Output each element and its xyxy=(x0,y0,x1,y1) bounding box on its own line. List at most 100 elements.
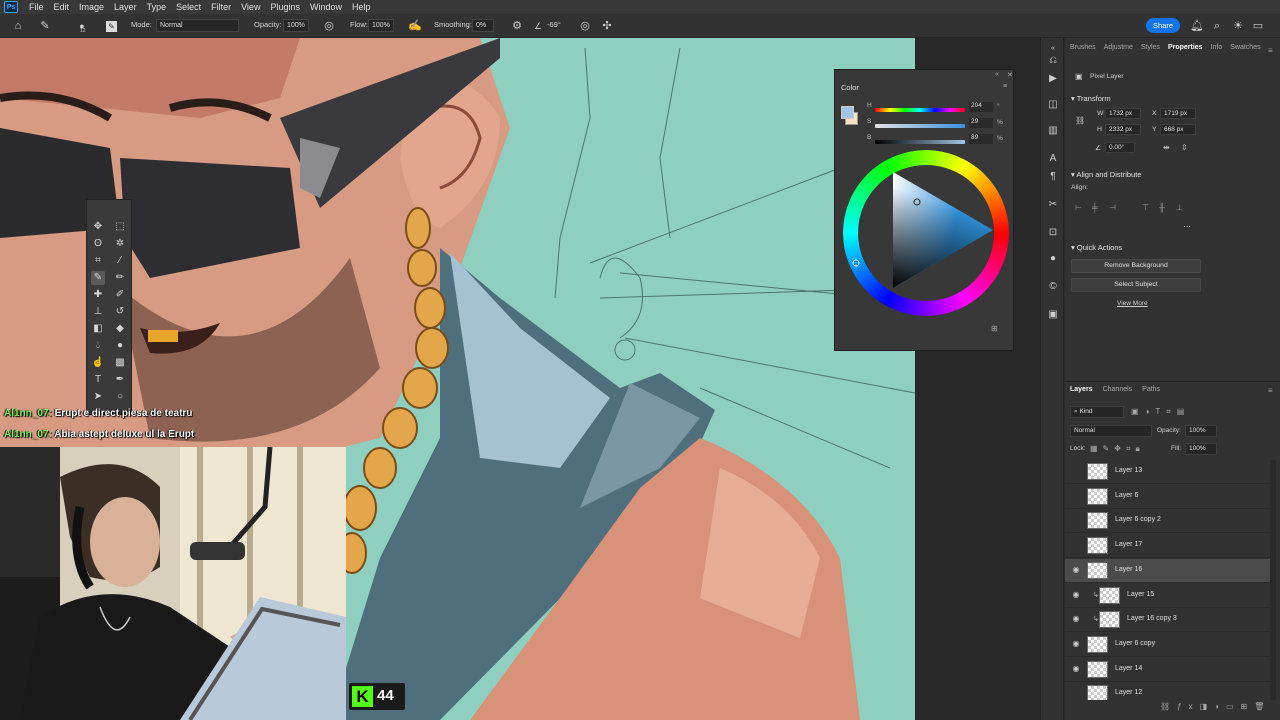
lock-icons[interactable]: ▦✎✥⌗🔒︎ xyxy=(1090,444,1145,454)
panel-menu-icon[interactable]: ≡ xyxy=(1003,83,1007,90)
paragraph-icon[interactable]: ¶ xyxy=(1046,170,1060,184)
mode-select[interactable]: Normal xyxy=(156,19,239,32)
brush-tool-icon[interactable]: ✎ xyxy=(91,271,105,285)
eyedropper-icon[interactable]: ⁄ xyxy=(113,254,127,268)
link-icon[interactable]: ⛓︎ xyxy=(1075,116,1085,125)
quick-actions-heading[interactable]: ▾ Quick Actions xyxy=(1071,243,1122,252)
layer-thumbnail[interactable] xyxy=(1087,561,1108,579)
brush-tool-icon[interactable]: ✎ xyxy=(38,19,52,33)
layer-name[interactable]: Layer 13 xyxy=(1115,467,1142,474)
sponge-tool-icon[interactable]: ▩ xyxy=(113,356,127,370)
opacity-input[interactable]: 100% xyxy=(283,19,309,32)
layers-scrollbar[interactable] xyxy=(1270,460,1276,700)
marquee-tool-icon[interactable]: ⬚ xyxy=(113,220,127,234)
saturation-slider[interactable] xyxy=(875,124,965,128)
tab-styles[interactable]: Styles xyxy=(1141,44,1160,60)
tab-paths[interactable]: Paths xyxy=(1142,386,1160,393)
layer-name[interactable]: Layer 16 copy 3 xyxy=(1127,615,1177,622)
align-top-icon[interactable]: ⊤ xyxy=(1142,203,1152,213)
visibility-eye-icon[interactable] xyxy=(1071,491,1081,501)
transform-heading[interactable]: ▾ Transform xyxy=(1071,94,1111,103)
workspace-icon[interactable]: ▭ xyxy=(1251,19,1265,33)
pencil-tool-icon[interactable]: ✏ xyxy=(113,271,127,285)
adjustments-icon[interactable]: ▥ xyxy=(1046,124,1060,138)
layer-thumbnail[interactable] xyxy=(1087,487,1108,505)
angle-input[interactable]: 0.00° xyxy=(1105,142,1135,153)
layer-name[interactable]: Layer 14 xyxy=(1115,665,1142,672)
flip-horizontal-icon[interactable]: ⇹ xyxy=(1163,143,1170,152)
layer-row[interactable]: Layer 17 xyxy=(1065,534,1270,559)
brush-settings-icon[interactable]: ✎ xyxy=(106,21,117,32)
visibility-eye-icon[interactable] xyxy=(1071,466,1081,476)
layer-opacity-input[interactable]: 100% xyxy=(1185,425,1217,437)
layer-name[interactable]: Layer 6 copy 2 xyxy=(1115,516,1161,523)
more-options-icon[interactable]: … xyxy=(1183,220,1191,229)
share-button[interactable]: Share xyxy=(1146,18,1180,33)
tab-info[interactable]: Info xyxy=(1211,44,1223,60)
paint-bucket-icon[interactable]: ◆ xyxy=(113,322,127,336)
smoothing-input[interactable]: 0% xyxy=(472,19,494,32)
width-input[interactable]: 1732 px xyxy=(1105,108,1141,119)
pressure-size-icon[interactable]: ◎ xyxy=(578,19,592,33)
layer-comps-icon[interactable]: ◫ xyxy=(1046,98,1060,112)
visibility-eye-icon[interactable]: ◉ xyxy=(1071,664,1081,674)
lasso-tool-icon[interactable]: ʘ xyxy=(91,237,105,251)
history-brush-icon[interactable]: ↺ xyxy=(113,305,127,319)
menu-edit[interactable]: Edit xyxy=(49,0,75,14)
history-icon[interactable]: ⎌ xyxy=(1046,54,1060,68)
actions-play-icon[interactable]: ▶ xyxy=(1046,72,1060,86)
layer-row[interactable]: Layer 13 xyxy=(1065,460,1270,484)
airbrush-icon[interactable]: ✍ xyxy=(408,19,422,33)
hue-value[interactable]: 204 xyxy=(969,102,993,112)
filter-icons[interactable]: ▣◑T⌗▤ xyxy=(1131,407,1190,417)
menu-view[interactable]: View xyxy=(236,0,265,14)
crop-tool-icon[interactable]: ⌗ xyxy=(91,254,105,268)
foreground-color-swatch[interactable] xyxy=(841,106,854,119)
search-icon[interactable]: ⌕ xyxy=(1210,19,1224,33)
menu-file[interactable]: File xyxy=(24,0,49,14)
saturation-value[interactable]: 29 xyxy=(969,118,993,128)
tab-layers[interactable]: Layers xyxy=(1070,386,1093,393)
angle-value[interactable]: -69° xyxy=(547,20,561,29)
layer-thumbnail[interactable] xyxy=(1087,660,1108,678)
layer-row[interactable]: Layer 6 xyxy=(1065,485,1270,509)
lightbulb-icon[interactable]: ☀ xyxy=(1231,19,1245,33)
home-icon[interactable]: ⌂ xyxy=(11,19,25,33)
layer-row[interactable]: Layer 6 copy 2 xyxy=(1065,509,1270,534)
layer-thumbnail[interactable] xyxy=(1099,586,1120,604)
pressure-opacity-icon[interactable]: ◎ xyxy=(322,19,336,33)
layer-row[interactable]: ◉ Layer 6 copy xyxy=(1065,633,1270,657)
menu-help[interactable]: Help xyxy=(347,0,376,14)
smudge-tool-icon[interactable]: ☝ xyxy=(91,356,105,370)
blur-tool-icon[interactable]: 💧︎ xyxy=(91,339,105,353)
layer-name[interactable]: Layer 6 copy xyxy=(1115,640,1155,647)
panel-menu-icon[interactable]: ≡ xyxy=(1268,386,1273,395)
dodge-tool-icon[interactable]: ● xyxy=(113,339,127,353)
menu-type[interactable]: Type xyxy=(142,0,172,14)
brightness-value[interactable]: 89 xyxy=(969,134,993,144)
visibility-eye-icon[interactable]: ◉ xyxy=(1071,565,1081,575)
layer-name[interactable]: Layer 12 xyxy=(1115,689,1142,696)
layer-row[interactable]: ◉ ↳ Layer 16 copy 3 xyxy=(1065,608,1270,633)
layer-thumbnail[interactable] xyxy=(1087,512,1108,530)
healing-brush-icon[interactable]: ✚ xyxy=(91,288,105,302)
path-select-icon[interactable]: ➤ xyxy=(91,390,105,404)
layer-name[interactable]: Layer 16 xyxy=(1115,566,1142,573)
visibility-eye-icon[interactable]: ◉ xyxy=(1071,590,1081,600)
visibility-eye-icon[interactable]: ◉ xyxy=(1071,639,1081,649)
layer-thumbnail[interactable] xyxy=(1087,537,1108,555)
layer-row[interactable]: ◉ ↳ Layer 15 xyxy=(1065,584,1270,608)
menu-plugins[interactable]: Plugins xyxy=(265,0,305,14)
tab-properties[interactable]: Properties xyxy=(1168,44,1203,60)
select-subject-button[interactable]: Select Subject xyxy=(1071,278,1201,292)
remove-background-button[interactable]: Remove Background xyxy=(1071,259,1201,273)
filter-kind-select[interactable]: ⌕ Kind xyxy=(1070,406,1124,418)
menu-image[interactable]: Image xyxy=(74,0,109,14)
height-input[interactable]: 2332 px xyxy=(1105,124,1141,135)
layer-name[interactable]: Layer 15 xyxy=(1127,591,1154,598)
align-middle-v-icon[interactable]: ╫ xyxy=(1159,203,1169,213)
menu-window[interactable]: Window xyxy=(305,0,347,14)
brush-settings-panel-icon[interactable]: ● xyxy=(1046,252,1060,266)
magic-wand-icon[interactable]: ✲ xyxy=(113,237,127,251)
tab-brushes[interactable]: Brushes xyxy=(1070,44,1096,60)
